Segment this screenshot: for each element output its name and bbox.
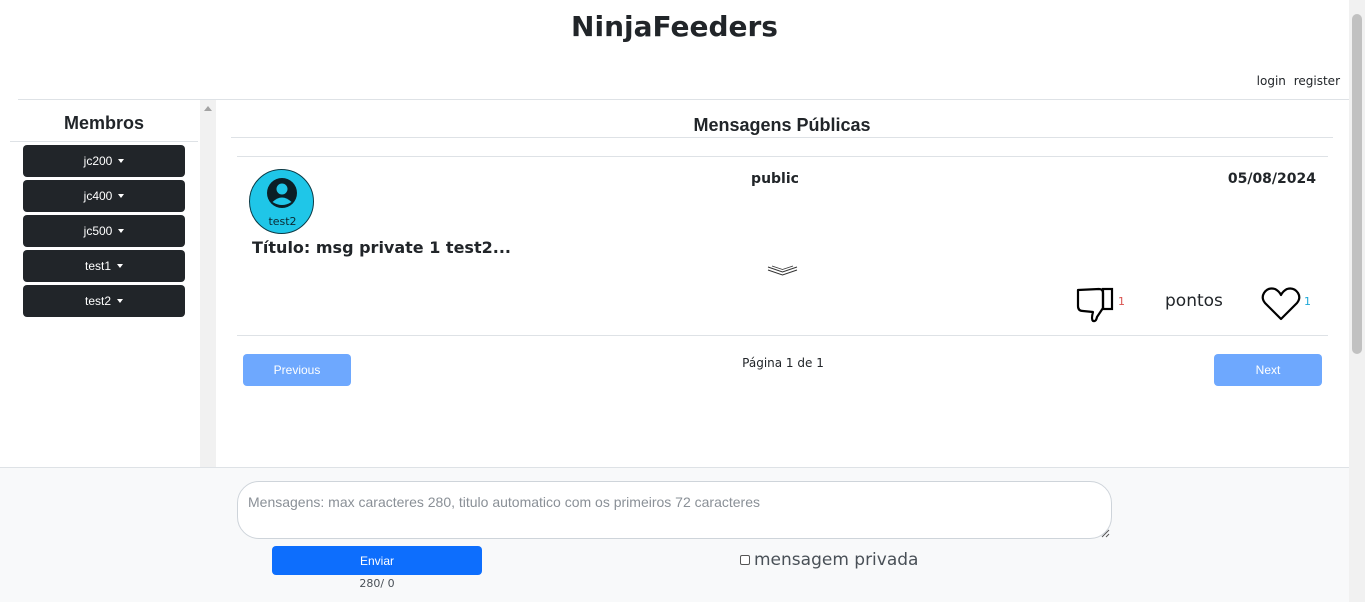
post-visibility: public: [751, 171, 799, 187]
post-bottom-divider: [237, 335, 1328, 336]
sidebar-title: Membros: [63, 113, 144, 133]
login-link[interactable]: login: [1257, 74, 1286, 88]
scroll-up-arrow-icon[interactable]: [204, 106, 212, 111]
avatar-username: test2: [268, 215, 297, 228]
member-dropdown-jc400[interactable]: jc400: [23, 180, 185, 212]
member-dropdown-test2[interactable]: test2: [23, 285, 185, 317]
heart-icon[interactable]: [1261, 286, 1301, 322]
member-name: test1: [84, 259, 111, 273]
page: NinjaFeeders login register Membros jc20…: [0, 0, 1365, 602]
resize-grip-icon[interactable]: [1100, 528, 1110, 538]
composer-footer: Enviar 280/ 0 mensagem privada: [0, 467, 1349, 602]
send-button[interactable]: Enviar: [272, 546, 482, 575]
auth-links: login register: [1253, 74, 1340, 88]
points-label: pontos: [1165, 291, 1223, 311]
member-dropdown-test1[interactable]: test1: [23, 250, 185, 282]
author-avatar[interactable]: test2: [249, 169, 314, 234]
member-list: jc200 jc400 jc500 test1 test2: [23, 145, 185, 320]
page-scrollbar[interactable]: [1349, 0, 1365, 602]
member-name: test2: [84, 294, 111, 308]
scrollbar-thumb[interactable]: [1352, 14, 1362, 354]
like-count: 1: [1304, 295, 1311, 308]
previous-page-button[interactable]: Previous: [243, 354, 351, 386]
register-link[interactable]: register: [1294, 74, 1340, 88]
member-dropdown-jc500[interactable]: jc500: [23, 215, 185, 247]
thumbs-down-icon[interactable]: [1075, 284, 1115, 324]
post-date: 05/08/2024: [1227, 171, 1316, 187]
member-name: jc400: [83, 189, 113, 203]
caret-down-icon: [118, 159, 125, 163]
caret-down-icon: [117, 299, 123, 303]
caret-down-icon: [118, 194, 125, 198]
private-message-label: mensagem privada: [754, 550, 919, 570]
feed-title-divider: [231, 137, 1333, 138]
private-message-checkbox[interactable]: [740, 555, 750, 565]
dislike-count: 1: [1118, 295, 1125, 308]
sidebar-divider: [10, 141, 198, 142]
post-title: Título: msg private 1 test2...: [252, 238, 511, 257]
members-sidebar: Membros jc200 jc400 jc500 test1 test2: [10, 100, 200, 467]
header-divider: [18, 99, 1349, 100]
next-page-button[interactable]: Next: [1214, 354, 1322, 386]
member-name: jc500: [83, 224, 113, 238]
private-message-option: mensagem privada: [740, 550, 918, 570]
person-circle-icon: [267, 178, 297, 208]
double-chevron-down-icon[interactable]: [767, 265, 798, 277]
message-input[interactable]: [237, 481, 1112, 539]
member-dropdown-jc200[interactable]: jc200: [23, 145, 185, 177]
page-info: Página 1 de 1: [742, 356, 824, 370]
member-name: jc200: [83, 154, 113, 168]
app-title: NinjaFeeders: [571, 10, 778, 43]
caret-down-icon: [118, 229, 125, 233]
feed-title: Mensagens Públicas: [693, 115, 871, 135]
sidebar-scrollbar[interactable]: [200, 100, 216, 467]
post-top-divider: [237, 156, 1328, 157]
caret-down-icon: [117, 264, 123, 268]
character-counter: 280/ 0: [359, 577, 395, 590]
